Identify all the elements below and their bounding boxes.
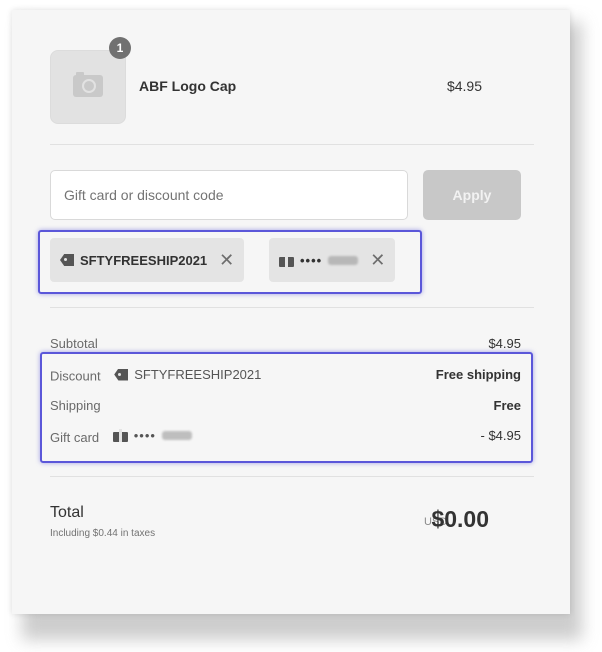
discount-label: Discount — [50, 368, 101, 384]
divider — [50, 144, 534, 145]
order-summary-panel: 1 ABF Logo Cap $4.95 Apply SFTYFREESHIP2… — [12, 10, 570, 614]
product-thumbnail — [50, 50, 126, 124]
giftcard-value: - $4.95 — [480, 428, 521, 443]
giftcard-redacted-digits — [328, 255, 359, 265]
tag-icon — [114, 368, 129, 381]
remove-giftcard-icon[interactable]: ✕ — [370, 251, 385, 269]
discount-code-text: SFTYFREESHIP2021 — [134, 367, 262, 382]
gift-icon — [112, 429, 128, 442]
subtotal-label: Subtotal — [50, 336, 98, 351]
subtotal-value: $4.95 — [488, 336, 521, 351]
tag-icon — [60, 254, 74, 266]
product-name: ABF Logo Cap — [139, 78, 237, 94]
discount-chip-label: SFTYFREESHIP2021 — [80, 252, 208, 268]
giftcard-row: Gift card •••• - $4.95 — [50, 428, 521, 445]
quantity-badge: 1 — [109, 37, 131, 59]
camera-icon — [73, 72, 103, 97]
subtotal-row: Subtotal $4.95 — [50, 336, 521, 351]
product-price: $4.95 — [446, 78, 482, 94]
discount-value: Free shipping — [435, 367, 521, 382]
discount-row: Discount SFTYFREESHIP2021 Free shipping — [50, 367, 521, 384]
applied-giftcard-chip: •••• ✕ — [269, 238, 396, 282]
discount-code-input[interactable] — [50, 170, 408, 220]
shipping-value: Free — [493, 398, 521, 413]
giftcard-redacted-digits — [161, 431, 192, 440]
divider — [50, 307, 534, 308]
shipping-label: Shipping — [50, 398, 101, 413]
gift-icon — [279, 253, 294, 267]
giftcard-label: Gift card — [50, 430, 100, 445]
taxes-note: Including $0.44 in taxes — [50, 528, 156, 539]
apply-button[interactable]: Apply — [423, 170, 521, 220]
divider — [50, 476, 534, 477]
remove-discount-icon[interactable]: ✕ — [219, 251, 234, 269]
shipping-row: Shipping Free — [50, 398, 521, 413]
giftcard-masked-number: •••• — [133, 428, 156, 443]
total-label: Total — [50, 504, 84, 521]
applied-discount-chip: SFTYFREESHIP2021 ✕ — [50, 238, 245, 282]
giftcard-chip-label: •••• — [300, 252, 323, 268]
total-amount: $0.00 — [431, 506, 489, 532]
